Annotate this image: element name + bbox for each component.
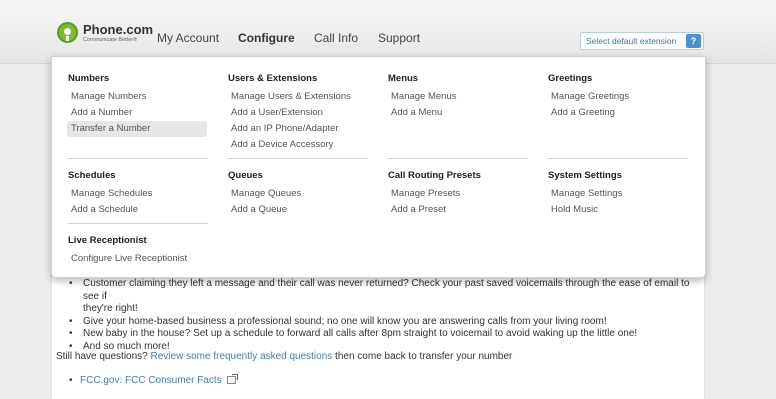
tip-text: New baby in the house? Set up a schedule… xyxy=(83,328,638,339)
external-link-icon xyxy=(226,374,238,384)
menu-section-title: Schedules xyxy=(68,170,116,181)
menu-item-manage-numbers[interactable]: Manage Numbers xyxy=(67,89,207,105)
menu-item-manage-schedules[interactable]: Manage Schedules xyxy=(67,186,207,202)
menu-item-hold-music[interactable]: Hold Music xyxy=(547,202,687,218)
menu-item-manage-users[interactable]: Manage Users & Extensions xyxy=(227,89,367,105)
menu-item-add-menu[interactable]: Add a Menu xyxy=(387,105,527,121)
menu-item-manage-settings[interactable]: Manage Settings xyxy=(547,186,687,202)
tip-text: Customer claiming they left a message an… xyxy=(83,278,690,302)
still-prefix: Still have questions? xyxy=(56,351,151,362)
menu-item-add-queue[interactable]: Add a Queue xyxy=(227,202,367,218)
tip-text-continued: they're right! xyxy=(83,303,138,314)
menu-section-title: System Settings xyxy=(548,170,622,181)
menu-item-configure-live-receptionist[interactable]: Configure Live Receptionist xyxy=(67,251,207,267)
menu-divider xyxy=(68,223,208,224)
menu-section-call-routing-presets: Call Routing Presets Manage Presets Add … xyxy=(388,170,538,218)
menu-item-transfer-number[interactable]: Transfer a Number xyxy=(67,121,207,137)
menu-section-title: Menus xyxy=(388,73,419,84)
tip-text: Give your home-based business a professi… xyxy=(83,315,607,327)
nav-configure[interactable]: Configure xyxy=(238,31,295,45)
menu-item-add-device-accessory[interactable]: Add a Device Accessory xyxy=(227,137,367,153)
menu-section-menus: Menus Manage Menus Add a Menu xyxy=(388,73,538,121)
menu-section-schedules: Schedules Manage Schedules Add a Schedul… xyxy=(68,170,218,218)
list-item: Customer claiming they left a message an… xyxy=(69,278,700,303)
phone-com-logo[interactable]: Phone.com Communicate Better® xyxy=(57,22,167,48)
still-suffix: then come back to transfer your number xyxy=(332,351,513,362)
list-item: they're right! xyxy=(80,303,700,316)
logo-tagline: Communicate Better® xyxy=(83,37,138,43)
menu-item-add-number[interactable]: Add a Number xyxy=(67,105,207,121)
menu-section-title: Greetings xyxy=(548,73,593,84)
tip-text: And so much more! xyxy=(83,340,170,352)
menu-section-title: Call Routing Presets xyxy=(388,170,481,181)
menu-section-numbers: Numbers Manage Numbers Add a Number Tran… xyxy=(67,73,218,137)
list-item: New baby in the house? Set up a schedule… xyxy=(69,328,700,341)
faq-link[interactable]: Review some frequently asked questions xyxy=(151,351,333,362)
menu-section-live-receptionist: Live Receptionist Configure Live Recepti… xyxy=(68,235,218,267)
menu-divider xyxy=(548,158,688,159)
select-default-extension-label: Select default extension xyxy=(586,36,677,46)
fcc-link[interactable]: FCC.gov: FCC Consumer Facts xyxy=(80,375,222,386)
select-default-extension-button[interactable]: Select default extension ? xyxy=(580,32,704,50)
menu-section-greetings: Greetings Manage Greetings Add a Greetin… xyxy=(548,73,698,121)
configure-dropdown-menu: Numbers Manage Numbers Add a Number Tran… xyxy=(51,56,706,278)
menu-section-title: Live Receptionist xyxy=(68,235,147,246)
menu-section-queues: Queues Manage Queues Add a Queue xyxy=(228,170,378,218)
logo-name: Phone.com xyxy=(83,22,154,37)
menu-item-add-user[interactable]: Add a User/Extension xyxy=(227,105,367,121)
menu-section-title: Queues xyxy=(228,170,263,181)
menu-divider xyxy=(68,158,208,159)
tips-list: Customer claiming they left a message an… xyxy=(69,278,700,353)
help-icon[interactable]: ? xyxy=(686,34,701,48)
menu-section-title: Numbers xyxy=(68,73,110,84)
menu-divider xyxy=(388,158,528,159)
menu-item-manage-queues[interactable]: Manage Queues xyxy=(227,186,367,202)
menu-item-add-ip-phone[interactable]: Add an IP Phone/Adapter xyxy=(227,121,367,137)
still-have-questions: Still have questions? Review some freque… xyxy=(56,351,512,362)
menu-item-manage-menus[interactable]: Manage Menus xyxy=(387,89,527,105)
menu-item-manage-presets[interactable]: Manage Presets xyxy=(387,186,527,202)
menu-item-add-greeting[interactable]: Add a Greeting xyxy=(547,105,687,121)
menu-item-add-preset[interactable]: Add a Preset xyxy=(387,202,527,218)
menu-section-users-extensions: Users & Extensions Manage Users & Extens… xyxy=(228,73,378,153)
nav-support[interactable]: Support xyxy=(378,31,420,45)
menu-divider xyxy=(228,158,368,159)
nav-call-info[interactable]: Call Info xyxy=(314,31,358,45)
menu-item-add-schedule[interactable]: Add a Schedule xyxy=(67,202,207,218)
list-item: Give your home-based business a professi… xyxy=(69,315,700,329)
menu-section-system-settings: System Settings Manage Settings Hold Mus… xyxy=(548,170,698,218)
top-navigation-bar: Phone.com Communicate Better® My Account… xyxy=(0,0,776,64)
phone-com-logo-icon xyxy=(57,22,78,43)
fcc-list-item: FCC.gov: FCC Consumer Facts xyxy=(69,374,238,386)
menu-section-title: Users & Extensions xyxy=(228,73,318,84)
nav-my-account[interactable]: My Account xyxy=(157,31,219,45)
menu-item-manage-greetings[interactable]: Manage Greetings xyxy=(547,89,687,105)
